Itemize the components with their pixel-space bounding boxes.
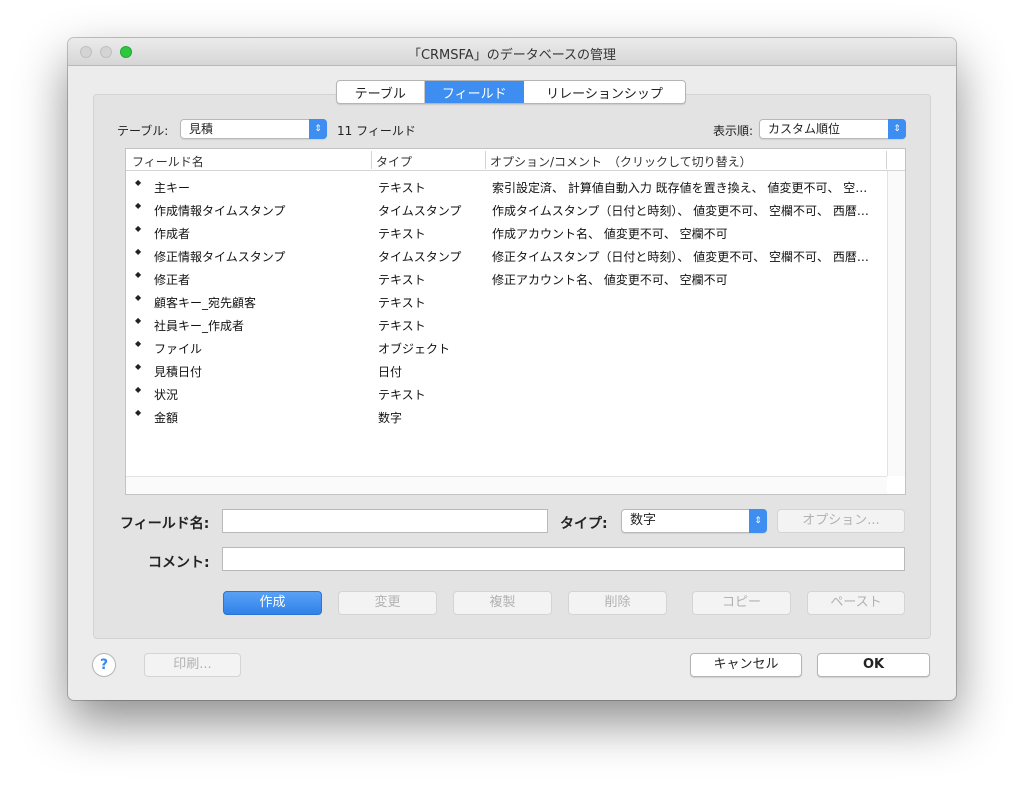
table-select-label: テーブル: [117, 124, 169, 138]
updown-arrow-icon[interactable]: ◆ [135, 362, 141, 371]
manage-database-dialog: 「CRMSFA」のデータベースの管理 テーブル フィールド リレーションシップ … [68, 38, 956, 700]
table-row[interactable]: ◆ 作成情報タイムスタンプ タイムスタンプ 作成タイムスタンプ（日付と時刻）、 … [126, 198, 886, 221]
window-title: 「CRMSFA」のデータベースの管理 [407, 48, 617, 63]
field-name-cell: 修正者 [154, 273, 191, 287]
field-type-cell: タイムスタンプ [378, 204, 462, 218]
updown-chevron-icon: ⇕ [309, 119, 327, 139]
table-row[interactable]: ◆ 状況 テキスト [126, 382, 886, 405]
updown-chevron-icon: ⇕ [749, 509, 767, 533]
updown-arrow-icon[interactable]: ◆ [135, 178, 141, 187]
updown-arrow-icon[interactable]: ◆ [135, 316, 141, 325]
tab-tables[interactable]: テーブル [337, 81, 425, 103]
paste-button[interactable]: ペースト [807, 591, 905, 615]
field-options-cell: 修正アカウント名、 値変更不可、 空欄不可 [492, 273, 728, 287]
table-select[interactable]: 見積 ⇕ [180, 119, 327, 139]
field-name-cell: ファイル [154, 342, 203, 356]
tab-fields[interactable]: フィールド [424, 81, 524, 103]
field-type-cell: テキスト [378, 181, 426, 195]
sort-order-value: カスタム順位 [768, 122, 841, 136]
table-row[interactable]: ◆ 顧客キー_宛先顧客 テキスト [126, 290, 886, 313]
field-name-cell: 作成者 [154, 227, 191, 241]
field-options-cell: 作成タイムスタンプ（日付と時刻）、 値変更不可、 空欄不可、 西暦… [492, 204, 869, 218]
field-name-cell: 顧客キー_宛先顧客 [154, 296, 257, 310]
field-options-cell: 索引設定済、 計算値自動入力 既存値を置き換え、 値変更不可、 空… [492, 181, 868, 195]
field-type-cell: テキスト [378, 388, 426, 402]
options-button[interactable]: オプション... [777, 509, 905, 533]
updown-arrow-icon[interactable]: ◆ [135, 293, 141, 302]
field-name-cell: 社員キー_作成者 [154, 319, 245, 333]
field-name-cell: 金額 [154, 411, 179, 425]
field-count: 11 フィールド [337, 124, 416, 138]
field-type-cell: テキスト [378, 319, 426, 333]
sort-order-select[interactable]: カスタム順位 ⇕ [759, 119, 906, 139]
table-row[interactable]: ◆ 作成者 テキスト 作成アカウント名、 値変更不可、 空欄不可 [126, 221, 886, 244]
updown-arrow-icon[interactable]: ◆ [135, 339, 141, 348]
updown-arrow-icon[interactable]: ◆ [135, 247, 141, 256]
table-row[interactable]: ◆ 修正情報タイムスタンプ タイムスタンプ 修正タイムスタンプ（日付と時刻）、 … [126, 244, 886, 267]
field-name-cell: 状況 [154, 388, 179, 402]
field-name-cell: 修正情報タイムスタンプ [154, 250, 286, 264]
field-name-cell: 作成情報タイムスタンプ [154, 204, 286, 218]
field-type-cell: タイムスタンプ [378, 250, 462, 264]
table-row[interactable]: ◆ 主キー テキスト 索引設定済、 計算値自動入力 既存値を置き換え、 値変更不… [126, 175, 886, 198]
delete-button[interactable]: 削除 [568, 591, 667, 615]
ok-button[interactable]: OK [817, 653, 930, 677]
table-select-value: 見積 [189, 122, 214, 136]
cancel-button[interactable]: キャンセル [690, 653, 802, 677]
field-name-cell: 主キー [154, 181, 191, 195]
column-divider [485, 151, 486, 169]
field-options-cell: 修正タイムスタンプ（日付と時刻）、 値変更不可、 空欄不可、 西暦… [492, 250, 869, 264]
column-header-options[interactable]: オプション/コメント （クリックして切り替え） [490, 153, 752, 170]
field-name-label: フィールド名: [120, 516, 210, 532]
tab-control: テーブル フィールド リレーションシップ [336, 80, 686, 104]
type-select-value: 数字 [630, 513, 657, 528]
updown-arrow-icon[interactable]: ◆ [135, 385, 141, 394]
field-type-cell: 数字 [378, 411, 403, 425]
field-type-cell: 日付 [378, 365, 403, 379]
title-bar: 「CRMSFA」のデータベースの管理 [68, 38, 956, 66]
type-select[interactable]: 数字 ⇕ [621, 509, 767, 533]
updown-chevron-icon: ⇕ [888, 119, 906, 139]
updown-arrow-icon[interactable]: ◆ [135, 408, 141, 417]
field-name-input[interactable] [222, 509, 548, 533]
field-options-cell: 作成アカウント名、 値変更不可、 空欄不可 [492, 227, 728, 241]
field-type-cell: テキスト [378, 273, 426, 287]
updown-arrow-icon[interactable]: ◆ [135, 201, 141, 210]
change-button[interactable]: 変更 [338, 591, 437, 615]
table-header: フィールド名 タイプ オプション/コメント （クリックして切り替え） [126, 149, 905, 171]
field-list-table: フィールド名 タイプ オプション/コメント （クリックして切り替え） ◆ 主キー… [125, 148, 906, 495]
table-row[interactable]: ◆ 修正者 テキスト 修正アカウント名、 値変更不可、 空欄不可 [126, 267, 886, 290]
field-name-cell: 見積日付 [154, 365, 203, 379]
comment-label: コメント: [148, 555, 210, 571]
comment-input[interactable] [222, 547, 905, 571]
field-type-cell: テキスト [378, 227, 426, 241]
create-button[interactable]: 作成 [223, 591, 322, 615]
sort-order-label: 表示順: [713, 124, 754, 138]
type-label: タイプ: [560, 516, 608, 532]
print-button[interactable]: 印刷... [144, 653, 241, 677]
updown-arrow-icon[interactable]: ◆ [135, 270, 141, 279]
help-button[interactable]: ? [92, 653, 116, 677]
table-row[interactable]: ◆ 社員キー_作成者 テキスト [126, 313, 886, 336]
table-row[interactable]: ◆ ファイル オブジェクト [126, 336, 886, 359]
horizontal-scrollbar[interactable] [126, 476, 887, 494]
column-header-field-name[interactable]: フィールド名 [132, 153, 204, 170]
field-type-cell: オブジェクト [378, 342, 451, 356]
column-divider [886, 151, 887, 169]
table-row[interactable]: ◆ 金額 数字 [126, 405, 886, 428]
vertical-scrollbar[interactable] [887, 171, 905, 476]
duplicate-button[interactable]: 複製 [453, 591, 552, 615]
table-row[interactable]: ◆ 見積日付 日付 [126, 359, 886, 382]
copy-button[interactable]: コピー [692, 591, 791, 615]
tab-relationships[interactable]: リレーションシップ [524, 81, 685, 103]
column-divider [371, 151, 372, 169]
column-header-type[interactable]: タイプ [376, 153, 412, 170]
updown-arrow-icon[interactable]: ◆ [135, 224, 141, 233]
field-type-cell: テキスト [378, 296, 426, 310]
